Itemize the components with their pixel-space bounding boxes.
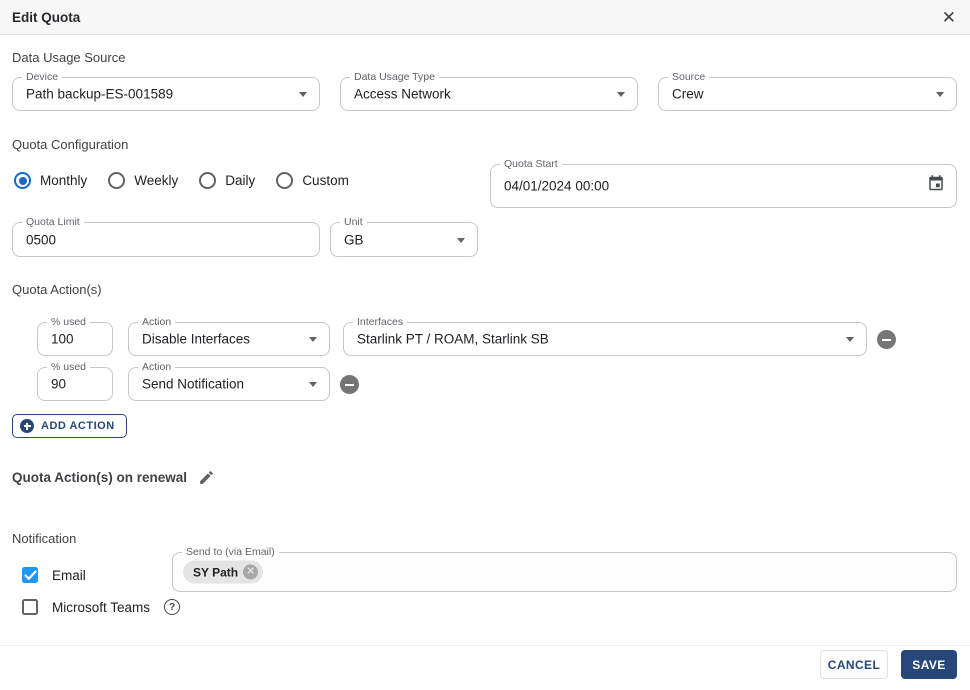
microsoft-teams-label: Microsoft Teams: [52, 599, 151, 615]
quota-limit-input[interactable]: Quota Limit 0500: [12, 216, 320, 257]
radio-selected-icon: [14, 172, 31, 189]
send-to-email-input[interactable]: Send to (via Email) SY Path ✕: [172, 546, 957, 592]
quota-start-input[interactable]: Quota Start 04/01/2024 00:00: [490, 158, 957, 208]
recipient-chip: SY Path ✕: [183, 560, 264, 584]
action-row-1-percent-input[interactable]: % used 100: [37, 316, 113, 356]
percent-used-value: 100: [51, 331, 74, 347]
chevron-down-icon: [617, 92, 625, 97]
close-icon[interactable]: ✕: [942, 9, 956, 26]
radio-daily[interactable]: Daily: [199, 172, 255, 189]
section-title-quota-actions: Quota Action(s): [12, 282, 102, 297]
data-usage-type-select[interactable]: Data Usage Type Access Network: [340, 71, 638, 111]
radio-daily-label: Daily: [225, 173, 256, 188]
section-title-data-usage-source: Data Usage Source: [12, 50, 126, 65]
add-action-label: ADD ACTION: [41, 420, 115, 432]
microsoft-teams-checkbox[interactable]: [22, 599, 38, 615]
teams-check-row: Microsoft Teams ?: [22, 599, 181, 615]
radio-weekly[interactable]: Weekly: [108, 172, 178, 189]
action-row-1-interfaces-select[interactable]: Interfaces Starlink PT / ROAM, Starlink …: [343, 316, 867, 356]
action-label: Action: [138, 361, 176, 374]
chevron-down-icon: [309, 382, 317, 387]
radio-weekly-label: Weekly: [134, 173, 179, 188]
action-row-1-action-select[interactable]: Action Disable Interfaces: [128, 316, 330, 356]
device-label: Device: [22, 71, 63, 84]
radio-custom[interactable]: Custom: [276, 172, 349, 189]
chevron-down-icon: [299, 92, 307, 97]
email-check-row: Email: [22, 567, 86, 583]
radio-monthly-label: Monthly: [40, 173, 88, 188]
radio-unselected-icon: [199, 172, 217, 189]
source-select[interactable]: Source Crew: [658, 71, 957, 111]
radio-unselected-icon: [276, 172, 294, 189]
interfaces-value: Starlink PT / ROAM, Starlink SB: [357, 331, 549, 347]
percent-used-label: % used: [47, 361, 91, 374]
section-title-quota-configuration: Quota Configuration: [12, 137, 129, 152]
quota-actions-renewal: Quota Action(s) on renewal: [12, 469, 215, 486]
recipient-chip-text: SY Path: [193, 565, 239, 579]
percent-used-label: % used: [47, 316, 91, 329]
remove-action-row-1-icon[interactable]: [877, 330, 896, 349]
email-label: Email: [52, 567, 86, 583]
action-value: Disable Interfaces: [142, 331, 251, 347]
quota-limit-label: Quota Limit: [22, 216, 84, 229]
edit-quota-dialog: Edit Quota ✕ Data Usage Source Device Pa…: [0, 0, 970, 690]
edit-pencil-icon[interactable]: [198, 469, 215, 486]
percent-used-value: 90: [51, 376, 67, 392]
send-to-label: Send to (via Email): [182, 546, 279, 559]
action-row-2-action-select[interactable]: Action Send Notification: [128, 361, 330, 401]
dialog-header: Edit Quota ✕: [0, 0, 970, 35]
dialog-title: Edit Quota: [12, 9, 81, 25]
action-row-2-percent-input[interactable]: % used 90: [37, 361, 113, 401]
device-value: Path backup-ES-001589: [26, 86, 174, 102]
save-button[interactable]: SAVE: [901, 650, 957, 679]
help-icon[interactable]: ?: [164, 599, 181, 615]
radio-monthly[interactable]: Monthly: [14, 172, 87, 189]
radio-custom-label: Custom: [302, 173, 349, 188]
section-title-notification: Notification: [12, 531, 77, 546]
footer-divider: [0, 645, 970, 646]
source-value: Crew: [672, 86, 704, 102]
source-label: Source: [668, 71, 710, 84]
action-value: Send Notification: [142, 376, 245, 392]
chevron-down-icon: [846, 337, 854, 342]
data-usage-type-value: Access Network: [354, 86, 451, 102]
chevron-down-icon: [457, 237, 465, 243]
action-label: Action: [138, 316, 176, 329]
quota-period-radio-group: Monthly Weekly Daily Custom: [14, 172, 349, 189]
radio-unselected-icon: [108, 172, 126, 189]
unit-label: Unit: [340, 216, 367, 229]
plus-icon: [20, 419, 34, 433]
interfaces-label: Interfaces: [353, 316, 408, 329]
unit-value: GB: [344, 232, 364, 247]
quota-start-label: Quota Start: [500, 158, 562, 171]
email-checkbox[interactable]: [22, 567, 38, 583]
cancel-button[interactable]: CANCEL: [820, 650, 888, 679]
unit-select[interactable]: Unit GB: [330, 216, 478, 257]
device-select[interactable]: Device Path backup-ES-001589: [12, 71, 320, 111]
chevron-down-icon: [309, 337, 317, 342]
remove-action-row-2-icon[interactable]: [340, 375, 359, 394]
calendar-icon[interactable]: [927, 175, 945, 198]
quota-start-value: 04/01/2024 00:00: [504, 178, 610, 194]
add-action-button[interactable]: ADD ACTION: [12, 414, 127, 438]
chip-remove-icon[interactable]: ✕: [243, 564, 259, 580]
renewal-label: Quota Action(s) on renewal: [12, 470, 188, 485]
quota-limit-value: 0500: [26, 232, 57, 247]
chevron-down-icon: [936, 92, 944, 97]
data-usage-type-label: Data Usage Type: [350, 71, 439, 84]
